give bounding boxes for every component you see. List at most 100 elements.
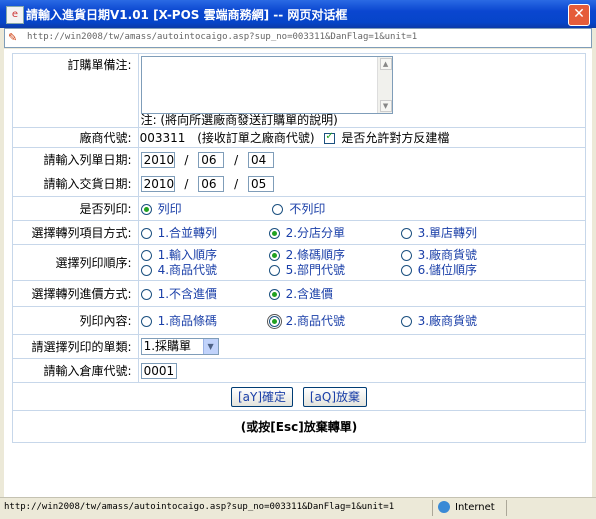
print-date-day[interactable]: 04 — [247, 152, 274, 168]
option-label: 不列印 — [289, 202, 326, 216]
convert-mode-label-cell: 選擇轉列項目方式: — [12, 220, 139, 245]
radio-button[interactable] — [268, 249, 280, 261]
scroll-up-icon[interactable]: ▲ — [379, 58, 392, 70]
status-divider — [432, 500, 433, 516]
convert-mode-cell: 1.合並轉列 2.分店分單 3.單店轉列 — [137, 220, 587, 245]
radio-button[interactable] — [400, 228, 412, 239]
print-order-option[interactable]: 1.輸入順序 — [140, 248, 269, 263]
radio-button[interactable] — [266, 314, 282, 329]
supplier-note: (接收訂單之廠商代號) — [197, 131, 315, 145]
supplier-cell: 003311 (接收訂單之廠商代號) 是否允許對方反建檔 — [137, 127, 587, 148]
print-date-month[interactable]: 06 — [198, 152, 225, 168]
print-content-label-cell: 列印內容: — [12, 306, 139, 335]
option-label: 2.商品代號 — [285, 314, 346, 328]
radio-button[interactable] — [140, 249, 152, 261]
warehouse-label: 請輸入倉庫代號: — [43, 364, 132, 378]
option-label: 2.分店分單 — [285, 226, 346, 240]
delivery-date-year[interactable]: 2010 — [140, 176, 175, 192]
dialog-content: 訂購單備注: ▲ ▼ 注: (將向所選廠商發送訂購單的說明) 廠商代號: 003… — [4, 49, 592, 497]
print-option[interactable]: 列印 — [140, 200, 269, 217]
cancel-button[interactable]: [aQ]放棄 — [302, 386, 368, 407]
radio-button[interactable] — [140, 228, 152, 239]
print-content-option[interactable]: 1.商品條碼 — [140, 312, 269, 329]
print-date-label: 請輸入列單日期: — [43, 153, 132, 167]
date-separator: / — [184, 153, 189, 167]
window-title-bar: e 請輸入進貨日期V1.01 [X-POS 雲端商務網] -- 网页对话框 ✕ — [0, 0, 596, 28]
convert-mode-option[interactable]: 1.合並轉列 — [140, 224, 269, 241]
scroll-down-icon[interactable]: ▼ — [379, 100, 392, 112]
option-label: 5.部門代號 — [285, 262, 346, 277]
esc-hint: (或按[Esc]放棄轉單) — [240, 420, 358, 434]
print-content-label: 列印內容: — [79, 314, 132, 328]
chevron-down-icon[interactable]: ▼ — [202, 339, 218, 354]
memo-label-cell: 訂購單備注: — [12, 53, 139, 128]
date-separator: / — [234, 153, 239, 167]
print-date-year[interactable]: 2010 — [140, 152, 175, 168]
doc-type-label-cell: 請選擇列印的單類: — [12, 334, 139, 359]
globe-icon — [438, 501, 450, 513]
delivery-date-day[interactable]: 05 — [247, 176, 274, 192]
security-zone: Internet — [438, 501, 495, 513]
price-mode-label: 選擇轉列進價方式: — [31, 287, 132, 301]
print-order-option[interactable]: 4.商品代號 — [140, 262, 269, 278]
price-mode-option[interactable]: 2.含進價 — [268, 285, 334, 302]
print-order-option[interactable]: 6.儲位順序 — [400, 263, 477, 278]
page-icon: ✎ — [8, 31, 18, 44]
price-mode-cell: 1.不含進價 2.含進價 — [137, 280, 587, 307]
print-order-label-cell: 選擇列印順序: — [12, 244, 139, 281]
memo-textarea[interactable]: ▲ ▼ — [140, 56, 393, 114]
print-order-option[interactable]: 5.部門代號 — [268, 262, 401, 278]
print-content-option[interactable]: 3.廠商貨號 — [400, 312, 478, 329]
option-label: 3.單店轉列 — [417, 226, 478, 240]
delivery-date-month[interactable]: 06 — [198, 176, 225, 192]
print-content-option[interactable]: 2.商品代號 — [266, 312, 401, 329]
option-label: 3.廠商貨號 — [417, 314, 478, 328]
radio-button[interactable] — [140, 289, 152, 300]
option-label: 3.廠商貨號 — [417, 247, 478, 262]
window-title: 請輸入進貨日期V1.01 [X-POS 雲端商務網] -- 网页对话框 — [26, 8, 348, 22]
warehouse-cell: 0001 — [137, 358, 587, 383]
app-icon: e — [6, 6, 24, 24]
status-url: http://win2008/tw/amass/autointocaigo.as… — [4, 502, 395, 512]
option-label: 1.商品條碼 — [157, 314, 218, 328]
print-order-label: 選擇列印順序: — [55, 256, 132, 270]
radio-button[interactable] — [268, 228, 280, 239]
memo-scrollbar[interactable]: ▲ ▼ — [376, 57, 392, 113]
print-q-label: 是否列印: — [79, 202, 132, 216]
convert-mode-label: 選擇轉列項目方式: — [31, 226, 132, 240]
radio-button[interactable] — [272, 204, 284, 215]
status-divider — [506, 500, 507, 516]
radio-button[interactable] — [268, 264, 280, 276]
radio-button[interactable] — [400, 249, 412, 261]
close-button[interactable]: ✕ — [568, 4, 590, 26]
date-separator: / — [184, 177, 189, 191]
status-bar: http://win2008/tw/amass/autointocaigo.as… — [0, 497, 596, 519]
memo-note: 注: (將向所選廠商發送訂購單的說明) — [140, 113, 338, 127]
supplier-label: 廠商代號: — [79, 131, 132, 145]
convert-mode-option[interactable]: 2.分店分單 — [268, 224, 401, 241]
price-mode-option[interactable]: 1.不含進價 — [140, 285, 269, 302]
convert-mode-option[interactable]: 3.單店轉列 — [400, 224, 478, 241]
print-option[interactable]: 不列印 — [272, 200, 325, 217]
confirm-button[interactable]: [aY]確定 — [230, 386, 294, 407]
radio-button[interactable] — [268, 289, 280, 300]
buttons-cell: [aY]確定 [aQ]放棄 — [12, 382, 586, 411]
radio-button[interactable] — [140, 264, 152, 276]
radio-button[interactable] — [140, 316, 152, 327]
warehouse-input[interactable]: 0001 — [140, 362, 177, 379]
option-label: 2.含進價 — [285, 287, 334, 301]
print-order-cell: 1.輸入順序 2.條碼順序 3.廠商貨號 4.商品代號 5.部門代號 6.儲位順… — [137, 244, 587, 281]
supplier-label-cell: 廠商代號: — [12, 127, 139, 148]
supplier-code: 003311 — [139, 131, 186, 145]
print-order-option[interactable]: 2.條碼順序 — [268, 248, 401, 263]
option-label: 4.商品代號 — [157, 262, 218, 277]
print-order-option[interactable]: 3.廠商貨號 — [400, 247, 478, 263]
radio-button[interactable] — [400, 316, 412, 327]
doc-type-select[interactable]: 1.採購單 ▼ — [140, 338, 219, 355]
radio-button[interactable] — [400, 264, 412, 276]
date-separator: / — [234, 177, 239, 191]
radio-button[interactable] — [140, 204, 152, 215]
allow-rebuild-checkbox[interactable] — [324, 131, 336, 144]
price-mode-label-cell: 選擇轉列進價方式: — [12, 280, 139, 307]
address-url: http://win2008/tw/amass/autointocaigo.as… — [27, 32, 418, 42]
